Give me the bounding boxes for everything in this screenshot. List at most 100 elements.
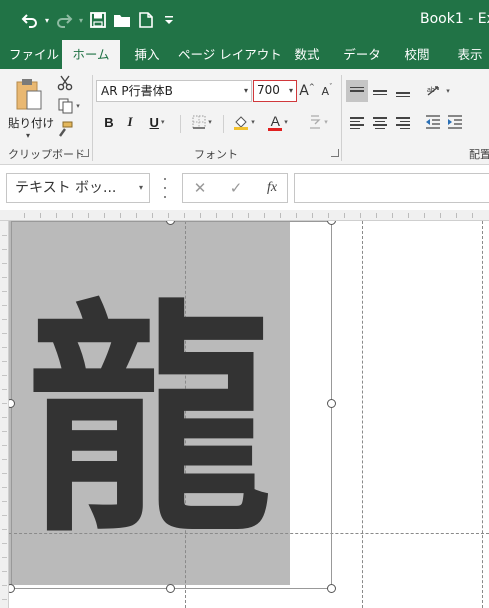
undo-dropdown-icon[interactable]: ▾ — [42, 8, 52, 32]
copy-icon[interactable]: ▾ — [54, 96, 84, 116]
paste-dropdown-icon[interactable]: ▾ — [26, 131, 30, 140]
bottom-align-button[interactable] — [392, 82, 414, 104]
fill-color-button[interactable]: ▾ — [228, 112, 260, 132]
top-align-button[interactable] — [346, 80, 368, 102]
column-header — [0, 210, 489, 221]
tab-home[interactable]: ホーム — [62, 40, 120, 69]
middle-align-button[interactable] — [369, 80, 391, 102]
open-folder-icon[interactable] — [110, 8, 134, 32]
tab-page-layout[interactable]: ページ レイアウト — [178, 40, 282, 69]
borders-icon — [192, 115, 206, 129]
resize-handle-right[interactable] — [327, 399, 336, 408]
tab-formulas[interactable]: 数式 — [284, 40, 330, 69]
font-size-value: 700 — [257, 83, 280, 97]
decrease-indent-icon — [426, 115, 440, 129]
fill-color-icon — [234, 116, 249, 130]
align-center-button[interactable] — [369, 112, 391, 134]
row-header — [0, 221, 9, 608]
worksheet-grid[interactable]: 龍 — [9, 221, 489, 608]
resize-handle-bottom-right[interactable] — [327, 584, 336, 593]
increase-indent-icon — [448, 115, 462, 129]
font-size-combobox[interactable]: 700 ▾ — [253, 80, 297, 102]
enter-icon[interactable]: ✓ — [221, 174, 251, 202]
bottom-align-icon — [396, 92, 410, 94]
formula-bar-splitter[interactable] — [163, 178, 167, 198]
resize-handle-bottom[interactable] — [166, 584, 175, 593]
borders-button[interactable]: ▾ — [186, 112, 218, 132]
clipboard-launcher-icon[interactable] — [81, 149, 89, 157]
name-box-value: テキスト ボッ... — [15, 180, 117, 196]
name-box-dropdown-icon[interactable]: ▾ — [139, 174, 143, 202]
increase-indent-button[interactable] — [444, 112, 466, 132]
cancel-icon[interactable]: ✕ — [185, 174, 215, 202]
grow-font-button[interactable]: A ^ — [298, 81, 316, 101]
tab-data[interactable]: データ — [336, 40, 388, 69]
redo-icon[interactable] — [52, 8, 76, 32]
align-right-button[interactable] — [392, 112, 414, 134]
new-document-icon[interactable] — [134, 8, 158, 32]
paste-button[interactable]: 貼り付け ▾ — [6, 75, 54, 141]
align-right-icon — [396, 117, 410, 119]
clipboard-group-label: クリップボード — [8, 148, 85, 161]
underline-dropdown-icon[interactable]: ▾ — [161, 118, 165, 126]
font-name-combobox[interactable]: AR P行書体B ▾ — [96, 80, 252, 102]
tab-insert[interactable]: 挿入 — [120, 40, 174, 69]
borders-dropdown-icon[interactable]: ▾ — [208, 118, 212, 126]
resize-handle-top-right[interactable] — [327, 221, 336, 225]
text-box[interactable] — [11, 221, 332, 589]
underline-icon: U — [149, 114, 159, 130]
cut-icon[interactable] — [54, 73, 76, 93]
name-box[interactable]: テキスト ボッ... ▾ — [6, 173, 150, 203]
ribbon-tab-bar: ファイル ホーム 挿入 ページ レイアウト 数式 データ 校閲 表示 — [0, 40, 489, 69]
formula-input[interactable] — [294, 173, 489, 203]
font-launcher-icon[interactable] — [331, 149, 339, 157]
undo-icon[interactable] — [18, 8, 42, 32]
italic-button[interactable]: I — [119, 112, 141, 132]
fill-color-dropdown-icon[interactable]: ▾ — [251, 118, 255, 126]
font-group-label: フォント — [194, 148, 238, 161]
quick-access-toolbar: ▾ ▾ — [18, 8, 180, 32]
tab-view[interactable]: 表示 — [448, 40, 489, 69]
grow-font-icon: A — [299, 83, 309, 99]
group-separator — [92, 75, 93, 161]
decrease-indent-button[interactable] — [422, 112, 444, 132]
tab-review[interactable]: 校閲 — [394, 40, 440, 69]
align-left-icon — [350, 117, 364, 119]
font-size-dropdown-icon[interactable]: ▾ — [289, 81, 293, 100]
shrink-font-icon: A — [321, 84, 330, 98]
italic-icon: I — [127, 114, 133, 129]
insert-function-icon[interactable]: fx — [257, 174, 287, 202]
bold-button[interactable]: B — [98, 112, 120, 132]
font-separator — [223, 115, 224, 133]
underline-button[interactable]: U ▾ — [141, 112, 173, 132]
align-center-icon — [373, 117, 387, 119]
page-break-line — [482, 221, 483, 608]
formula-bar: テキスト ボッ... ▾ ✕ ✓ fx — [0, 166, 489, 209]
orientation-dropdown-icon[interactable]: ▾ — [446, 87, 450, 95]
phonetic-icon — [310, 115, 321, 129]
page-break-line — [362, 221, 363, 608]
font-name-dropdown-icon[interactable]: ▾ — [244, 81, 248, 101]
paste-label: 貼り付け — [8, 116, 54, 130]
orientation-icon: ab — [427, 86, 439, 96]
shrink-font-button[interactable]: Aˇ — [318, 81, 336, 101]
title-bar: ▾ ▾ Book1 - Ex — [0, 0, 489, 40]
ribbon: 貼り付け ▾ ▾ クリップボード AR P行書体B ▾ 700 ▾ A ^ Aˇ … — [0, 69, 489, 165]
format-painter-icon[interactable] — [54, 119, 76, 139]
alignment-group-label: 配置 — [469, 148, 489, 161]
redo-dropdown-icon[interactable]: ▾ — [76, 8, 86, 32]
font-separator — [180, 115, 181, 133]
orientation-button[interactable]: ab ▾ — [422, 81, 454, 101]
save-icon[interactable] — [86, 8, 110, 32]
document-title: Book1 - Ex — [420, 11, 489, 27]
font-name-value: AR P行書体B — [101, 84, 173, 98]
font-color-icon: A — [270, 113, 280, 129]
tab-file[interactable]: ファイル — [6, 40, 62, 69]
font-color-dropdown-icon[interactable]: ▾ — [284, 118, 288, 126]
bold-icon: B — [104, 114, 114, 130]
font-color-button[interactable]: A ▾ — [262, 112, 294, 132]
customize-qat-icon[interactable] — [158, 8, 180, 32]
resize-handle-bottom-left[interactable] — [9, 584, 15, 593]
align-left-button[interactable] — [346, 112, 368, 134]
phonetic-button[interactable]: ▾ — [302, 112, 334, 132]
